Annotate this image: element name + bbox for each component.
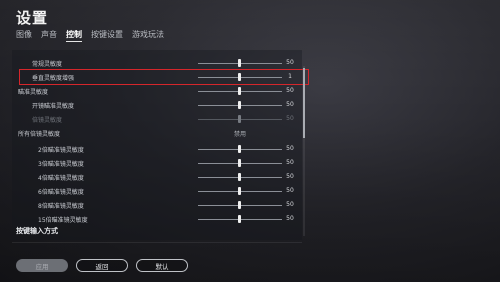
settings-panel: 常规灵敏度 50 垂直灵敏度增强 1 瞄准灵敏度 50 开镜瞄准灵敏度 50 倍… (12, 50, 309, 240)
setting-label: 6倍瞄准镜灵敏度 (38, 189, 84, 196)
setting-row-scope-2x: 2倍瞄准镜灵敏度 50 (12, 142, 302, 156)
setting-row-scope-3x: 3倍瞄准镜灵敏度 50 (12, 156, 302, 170)
setting-row-scope-8x: 8倍瞄准镜灵敏度 50 (12, 198, 302, 212)
setting-label: 3倍瞄准镜灵敏度 (38, 161, 84, 168)
setting-value: 50 (286, 159, 294, 166)
tab-keybindings[interactable]: 按键设置 (91, 29, 123, 42)
tab-audio[interactable]: 声音 (41, 29, 57, 42)
page-title: 设置 (16, 9, 49, 27)
setting-row-aim-sensitivity: 瞄准灵敏度 50 (12, 84, 302, 98)
setting-label: 倍镜灵敏度 (32, 117, 63, 124)
slider-thumb (238, 115, 241, 123)
slider-thumb[interactable] (238, 215, 241, 223)
setting-label: 所有倍镜灵敏度 (18, 131, 61, 138)
back-button[interactable]: 返回 (76, 259, 128, 272)
setting-row-scope-6x: 6倍瞄准镜灵敏度 50 (12, 184, 302, 198)
slider-thumb[interactable] (238, 145, 241, 153)
slider-thumb[interactable] (238, 173, 241, 181)
setting-row-scope-4x: 4倍瞄准镜灵敏度 50 (12, 170, 302, 184)
setting-label: 瞄准灵敏度 (18, 89, 49, 96)
tab-controls[interactable]: 控制 (66, 29, 82, 42)
setting-value: 1 (288, 73, 292, 80)
setting-value: 50 (286, 201, 294, 208)
slider-thumb[interactable] (238, 73, 241, 81)
slider-thumb[interactable] (238, 159, 241, 167)
setting-row-scope-15x: 15倍瞄准镜灵敏度 50 (12, 212, 302, 226)
setting-row-scope-sensitivity: 倍镜灵敏度 50 (12, 112, 302, 126)
scrollbar-thumb[interactable] (303, 68, 305, 138)
setting-value: 50 (286, 101, 294, 108)
slider-thumb[interactable] (238, 87, 241, 95)
setting-value: 50 (286, 145, 294, 152)
setting-value: 50 (286, 115, 294, 122)
setting-row-general-sensitivity: 常规灵敏度 50 (12, 56, 302, 70)
section-title-input-method: 按键输入方式 (16, 227, 58, 235)
setting-value: 50 (286, 59, 294, 66)
apply-button[interactable]: 应用 (16, 259, 68, 272)
divider (12, 242, 302, 243)
setting-label: 垂直灵敏度增强 (32, 75, 75, 82)
setting-row-ads-sensitivity: 开镜瞄准灵敏度 50 (12, 98, 302, 112)
setting-row-vertical-boost: 垂直灵敏度增强 1 (19, 69, 309, 85)
setting-label: 2倍瞄准镜灵敏度 (38, 147, 84, 154)
slider-thumb[interactable] (238, 187, 241, 195)
footer-buttons: 应用 返回 默认 (16, 259, 188, 272)
setting-row-all-scopes: 所有倍镜灵敏度 禁用 (12, 126, 302, 140)
settings-tabs: 图像 声音 控制 按键设置 游戏玩法 (16, 29, 164, 42)
slider-thumb[interactable] (238, 201, 241, 209)
setting-value: 50 (286, 215, 294, 222)
setting-label: 开镜瞄准灵敏度 (32, 103, 75, 110)
setting-value: 50 (286, 173, 294, 180)
tab-graphics[interactable]: 图像 (16, 29, 32, 42)
setting-value: 50 (286, 87, 294, 94)
setting-label: 常规灵敏度 (32, 61, 63, 68)
slider-thumb[interactable] (238, 59, 241, 67)
setting-label: 8倍瞄准镜灵敏度 (38, 203, 84, 210)
setting-value: 50 (286, 187, 294, 194)
slider-thumb[interactable] (238, 101, 241, 109)
setting-label: 15倍瞄准镜灵敏度 (38, 217, 88, 224)
toggle-disabled-value[interactable]: 禁用 (234, 129, 246, 138)
tab-gameplay[interactable]: 游戏玩法 (132, 29, 164, 42)
setting-label: 4倍瞄准镜灵敏度 (38, 175, 84, 182)
default-button[interactable]: 默认 (136, 259, 188, 272)
